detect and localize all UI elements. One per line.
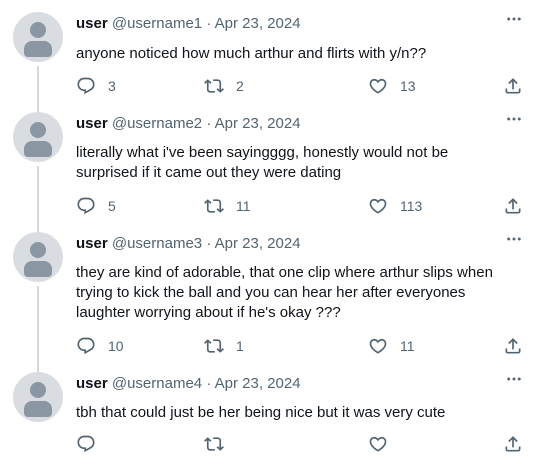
user-handle[interactable]: @username4 <box>112 375 202 392</box>
tweet-text: literally what i've been sayingggg, hone… <box>76 144 449 181</box>
heart-icon <box>368 336 388 356</box>
like-count: 113 <box>400 198 423 214</box>
tweet-text: they are kind of adorable, that one clip… <box>76 264 493 321</box>
retweet-icon <box>204 76 224 96</box>
user-handle[interactable]: @username1 <box>112 15 202 32</box>
share-icon <box>503 434 523 454</box>
user-handle[interactable]: @username3 <box>112 235 202 252</box>
share-button[interactable] <box>503 434 523 454</box>
like-button[interactable]: 11 <box>368 336 415 356</box>
separator-dot: · <box>206 235 212 252</box>
display-name[interactable]: user <box>76 375 108 392</box>
tweet-header: user @username2 · Apr 23, 2024 <box>76 114 301 134</box>
reply-count: 3 <box>108 78 116 94</box>
display-name[interactable]: user <box>76 115 108 132</box>
share-icon <box>503 76 523 96</box>
reply-icon <box>76 76 96 96</box>
retweet-count: 1 <box>236 338 244 354</box>
tweet[interactable]: user @username1 · Apr 23, 2024 anyone no… <box>0 0 540 112</box>
heart-icon <box>368 196 388 216</box>
avatar[interactable] <box>13 372 63 422</box>
like-button[interactable]: 13 <box>368 76 416 96</box>
like-count: 13 <box>400 78 416 94</box>
separator-dot: · <box>206 15 212 32</box>
tweet-actions: 10 1 11 <box>76 336 526 356</box>
retweet-button[interactable]: 1 <box>204 336 244 356</box>
retweet-count: 11 <box>236 198 251 214</box>
share-button[interactable] <box>503 196 523 216</box>
tweet-text: tbh that could just be her being nice bu… <box>76 404 446 421</box>
retweet-icon <box>204 434 224 454</box>
reply-button[interactable]: 5 <box>76 196 116 216</box>
display-name[interactable]: user <box>76 235 108 252</box>
like-button[interactable]: 113 <box>368 196 422 216</box>
reply-icon <box>76 336 96 356</box>
separator-dot: · <box>206 375 212 392</box>
tweet-actions <box>76 434 526 454</box>
reply-thread: user @username1 · Apr 23, 2024 anyone no… <box>0 0 540 466</box>
like-button[interactable] <box>368 434 400 454</box>
avatar[interactable] <box>13 112 63 162</box>
tweet-date[interactable]: Apr 23, 2024 <box>215 375 301 392</box>
tweet-date[interactable]: Apr 23, 2024 <box>215 235 301 252</box>
share-icon <box>503 196 523 216</box>
tweet-header: user @username1 · Apr 23, 2024 <box>76 14 301 34</box>
reply-icon <box>76 434 96 454</box>
share-icon <box>503 336 523 356</box>
reply-icon <box>76 196 96 216</box>
retweet-button[interactable]: 11 <box>204 196 251 216</box>
retweet-icon <box>204 336 224 356</box>
tweet-header: user @username3 · Apr 23, 2024 <box>76 234 301 254</box>
more-horizontal-icon[interactable] <box>504 230 524 248</box>
tweet-header: user @username4 · Apr 23, 2024 <box>76 374 301 394</box>
tweet-actions: 5 11 113 <box>76 196 526 216</box>
share-button[interactable] <box>503 336 523 356</box>
reply-count: 10 <box>108 338 124 354</box>
share-button[interactable] <box>503 76 523 96</box>
tweet-actions: 3 2 13 <box>76 76 526 96</box>
reply-button[interactable]: 3 <box>76 76 116 96</box>
like-count: 11 <box>400 338 415 354</box>
more-horizontal-icon[interactable] <box>504 370 524 388</box>
more-horizontal-icon[interactable] <box>504 10 524 28</box>
tweet-text: anyone noticed how much arthur and flirt… <box>76 45 427 62</box>
heart-icon <box>368 76 388 96</box>
reply-count: 5 <box>108 198 116 214</box>
tweet[interactable]: user @username2 · Apr 23, 2024 literally… <box>0 100 540 232</box>
avatar[interactable] <box>13 12 63 62</box>
retweet-count: 2 <box>236 78 244 94</box>
tweet[interactable]: user @username4 · Apr 23, 2024 tbh that … <box>0 360 540 466</box>
retweet-button[interactable]: 2 <box>204 76 244 96</box>
separator-dot: · <box>206 115 212 132</box>
avatar[interactable] <box>13 232 63 282</box>
heart-icon <box>368 434 388 454</box>
retweet-button[interactable] <box>204 434 236 454</box>
tweet[interactable]: user @username3 · Apr 23, 2024 they are … <box>0 220 540 370</box>
tweet-date[interactable]: Apr 23, 2024 <box>215 15 301 32</box>
more-horizontal-icon[interactable] <box>504 110 524 128</box>
user-handle[interactable]: @username2 <box>112 115 202 132</box>
display-name[interactable]: user <box>76 15 108 32</box>
retweet-icon <box>204 196 224 216</box>
reply-button[interactable] <box>76 434 108 454</box>
tweet-date[interactable]: Apr 23, 2024 <box>215 115 301 132</box>
reply-button[interactable]: 10 <box>76 336 124 356</box>
